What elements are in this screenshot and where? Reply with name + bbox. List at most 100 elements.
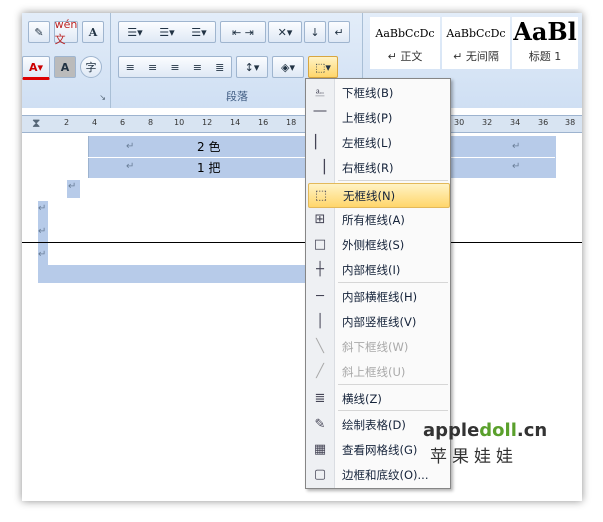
menu-item-label: 横线(Z) <box>342 391 382 406</box>
borders-button[interactable]: ⬚▾ <box>308 56 338 78</box>
line-spacing-button[interactable]: ↕▾ <box>236 56 268 78</box>
menu-item-label: 无框线(N) <box>343 188 396 203</box>
align-buttons[interactable]: ≡ ≡ ≡ ≡ ≣ <box>118 56 232 78</box>
menu-item-top-border[interactable]: ⎺ 上框线(P) <box>308 106 448 129</box>
char-shading-button[interactable]: A <box>54 56 76 78</box>
ruler-tick: 2 <box>64 118 70 127</box>
no-border-icon: ⬚ <box>314 188 328 203</box>
row-text: 色 <box>208 140 221 154</box>
distribute-icon[interactable]: ≣ <box>215 61 224 74</box>
menu-item-label: 内部横框线(H) <box>342 289 418 304</box>
menu-item-inside-borders[interactable]: ┼ 内部框线(I) <box>308 258 448 281</box>
style-name: 标题 1 <box>528 50 562 63</box>
style-no-spacing[interactable]: AaBbCcDc ↵ 无间隔 <box>442 17 510 69</box>
numbering-icon[interactable]: ☰▾ <box>159 26 174 39</box>
menu-item-label: 查看网格线(G) <box>342 442 418 457</box>
char-border-button[interactable]: A <box>82 21 104 43</box>
outside-borders-icon: □ <box>313 237 327 252</box>
cell-mark: ↵ <box>126 141 135 152</box>
menu-item-right-border[interactable]: ▕ 右框线(R) <box>308 156 448 179</box>
para-mark: ↵ <box>68 181 77 192</box>
menu-item-bottom-border[interactable]: ⎁ 下框线(B) <box>308 81 448 104</box>
all-borders-icon: ⊞ <box>314 212 326 227</box>
ruler-tick: 34 <box>510 118 521 127</box>
style-heading-1[interactable]: AaBl 标题 1 <box>512 17 578 69</box>
ruler-tick: 14 <box>230 118 241 127</box>
ruler-tick: 32 <box>482 118 493 127</box>
draw-table-icon: ✎ <box>314 417 326 432</box>
style-sample: AaBbCcDc <box>446 27 506 40</box>
horizontal-line-icon: ≣ <box>314 391 326 406</box>
menu-item-label: 外侧框线(S) <box>342 237 405 252</box>
watermark-cn: 苹果娃娃 <box>430 447 518 467</box>
enclose-char-button[interactable]: 字 <box>80 56 102 78</box>
para-mark: ↵ <box>38 249 47 260</box>
menu-item-inside-vertical[interactable]: │ 内部竖框线(V) <box>308 310 448 333</box>
bottom-border-icon: ⎁ <box>314 85 326 100</box>
bullets-icon[interactable]: ☰▾ <box>127 26 142 39</box>
right-border-icon: ▕ <box>315 160 325 175</box>
indent-buttons[interactable]: ⇤ ⇥ <box>220 21 266 43</box>
multilevel-icon[interactable]: ☰▾ <box>191 26 206 39</box>
menu-separator <box>338 384 448 385</box>
menu-item-diagonal-down: ╲ 斜下框线(W) <box>308 335 448 358</box>
clear-format-button[interactable]: ✎ <box>28 21 50 43</box>
menu-item-no-border[interactable]: ⬚ 无框线(N) <box>308 183 450 208</box>
ruler-tick: 30 <box>454 118 465 127</box>
horizontal-ruler[interactable]: 2 4 6 8 10 12 14 16 18 30 32 34 36 38 ⧗ <box>22 115 582 133</box>
diagonal-down-icon: ╲ <box>316 339 324 354</box>
ruler-tick: 38 <box>565 118 576 127</box>
row-number: 1 <box>197 161 205 175</box>
selected-para <box>38 265 310 283</box>
menu-item-label: 边框和底纹(O)... <box>342 467 429 482</box>
view-gridlines-icon: ▦ <box>313 442 327 457</box>
menu-item-label: 下框线(B) <box>342 85 394 100</box>
left-border-icon: ▏ <box>315 135 325 150</box>
dialog-launcher-icon[interactable]: ↘ <box>99 93 106 102</box>
style-name: ↵ 正文 <box>387 50 423 63</box>
menu-separator <box>338 410 448 411</box>
menu-item-label: 右框线(R) <box>342 160 394 175</box>
menu-item-borders-shading[interactable]: ▢ 边框和底纹(O)... <box>308 463 448 486</box>
align-left-icon[interactable]: ≡ <box>126 61 135 74</box>
indent-marker-icon[interactable]: ⧗ <box>32 116 40 131</box>
style-sample: AaBbCcDc <box>375 27 435 40</box>
menu-item-left-border[interactable]: ▏ 左框线(L) <box>308 131 448 154</box>
ruler-tick: 16 <box>258 118 269 127</box>
sort-button[interactable]: ↓ <box>304 21 326 43</box>
align-right-icon[interactable]: ≡ <box>170 61 179 74</box>
align-center-icon[interactable]: ≡ <box>148 61 157 74</box>
inside-borders-icon: ┼ <box>316 262 324 277</box>
style-normal[interactable]: AaBbCcDc ↵ 正文 <box>370 17 440 69</box>
menu-item-outside-borders[interactable]: □ 外侧框线(S) <box>308 233 448 256</box>
top-border-icon: ⎺ <box>313 110 327 125</box>
menu-item-inside-horizontal[interactable]: ─ 内部横框线(H) <box>308 285 448 308</box>
diagonal-up-icon: ╱ <box>316 364 324 379</box>
style-name: ↵ 无间隔 <box>453 50 499 63</box>
ruler-tick: 18 <box>286 118 297 127</box>
shading-button[interactable]: ◈▾ <box>272 56 304 78</box>
chinese-layout-button[interactable]: ✕▾ <box>268 21 302 43</box>
inside-horizontal-icon: ─ <box>316 289 324 304</box>
menu-item-label: 所有框线(A) <box>342 212 405 227</box>
menu-separator <box>338 180 448 181</box>
menu-item-label: 内部竖框线(V) <box>342 314 417 329</box>
show-marks-button[interactable]: ↵ <box>328 21 350 43</box>
ruler-tick: 6 <box>120 118 126 127</box>
cell-mark: ↵ <box>512 161 521 172</box>
ruler-tick: 36 <box>538 118 549 127</box>
row-text: 把 <box>208 161 221 175</box>
menu-item-view-gridlines[interactable]: ▦ 查看网格线(G) <box>308 438 448 461</box>
ruler-tick: 10 <box>174 118 185 127</box>
ruler-tick: 4 <box>92 118 98 127</box>
menu-item-horizontal-line[interactable]: ≣ 横线(Z) <box>308 387 448 410</box>
font-color-button[interactable]: A▾ <box>22 56 50 80</box>
phonetic-guide-button[interactable]: wén 文 <box>54 18 78 46</box>
cell-text: 1 把 <box>197 159 220 176</box>
list-buttons[interactable]: ☰▾ ☰▾ ☰▾ <box>118 21 216 43</box>
menu-item-label: 内部框线(I) <box>342 262 401 277</box>
horizontal-rule <box>22 242 582 243</box>
menu-item-all-borders[interactable]: ⊞ 所有框线(A) <box>308 208 448 231</box>
justify-icon[interactable]: ≡ <box>193 61 202 74</box>
menu-item-label: 上框线(P) <box>342 110 393 125</box>
